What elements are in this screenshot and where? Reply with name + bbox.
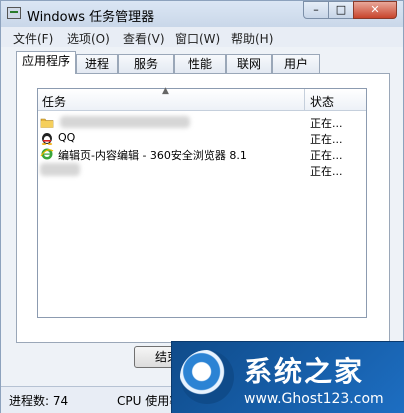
minimize-button[interactable]: – xyxy=(303,1,329,19)
list-item[interactable]: QQ 正在... xyxy=(38,130,366,146)
tab-networking[interactable]: 联网 xyxy=(226,54,272,73)
column-status[interactable]: 状态 xyxy=(310,93,334,110)
ie-browser-icon xyxy=(40,148,54,160)
watermark-url: www.Ghost123.com xyxy=(244,391,384,407)
menu-window[interactable]: 窗口(W) xyxy=(175,30,220,47)
close-button[interactable]: ✕ xyxy=(353,1,397,19)
list-item[interactable]: 正在... xyxy=(38,162,366,178)
maximize-button[interactable]: □ xyxy=(328,1,354,19)
menu-view[interactable]: 查看(V) xyxy=(123,30,165,47)
column-task[interactable]: 任务 xyxy=(42,93,66,110)
watermark-title: 系统之家 xyxy=(244,355,365,388)
menu-help[interactable]: 帮助(H) xyxy=(231,30,273,47)
column-header: ▲ 任务 状态 xyxy=(38,86,366,111)
sort-arrow-icon: ▲ xyxy=(162,86,169,96)
applications-panel: ▲ 任务 状态 正在... QQ 正在... 编辑页-内容编辑 - 360安全浏… xyxy=(16,73,390,343)
task-status: 正在... xyxy=(310,165,343,178)
task-status: 正在... xyxy=(310,133,343,146)
task-manager-app-icon xyxy=(7,7,21,19)
menu-options[interactable]: 选项(O) xyxy=(67,30,110,47)
house-logo-icon xyxy=(180,350,234,404)
title-bar[interactable]: Windows 任务管理器 – □ ✕ xyxy=(1,1,403,27)
process-count: 进程数: 74 xyxy=(9,394,69,408)
task-status: 正在... xyxy=(310,149,343,162)
list-item[interactable]: 正在... xyxy=(38,114,366,130)
watermark-banner: 系统之家 www.Ghost123.com xyxy=(172,342,404,413)
tab-performance[interactable]: 性能 xyxy=(174,54,226,73)
column-divider[interactable] xyxy=(304,89,305,110)
blurred-icon xyxy=(40,163,80,176)
redacted-task-name xyxy=(60,116,190,128)
tab-services[interactable]: 服务 xyxy=(118,54,174,73)
tab-applications[interactable]: 应用程序 xyxy=(16,51,76,74)
folder-icon xyxy=(40,118,54,128)
tab-processes[interactable]: 进程 xyxy=(76,54,118,73)
qq-penguin-icon xyxy=(41,133,53,145)
task-status: 正在... xyxy=(310,117,343,130)
window-title: Windows 任务管理器 xyxy=(27,10,155,25)
task-list[interactable]: ▲ 任务 状态 正在... QQ 正在... 编辑页-内容编辑 - 360安全浏… xyxy=(37,86,367,318)
list-item[interactable]: 编辑页-内容编辑 - 360安全浏览器 8.1 正在... xyxy=(38,146,366,162)
task-name: QQ xyxy=(58,131,76,144)
menu-file[interactable]: 文件(F) xyxy=(13,30,53,47)
tab-users[interactable]: 用户 xyxy=(272,54,320,73)
task-name: 编辑页-内容编辑 - 360安全浏览器 8.1 xyxy=(58,149,247,162)
menu-bar: 文件(F) 选项(O) 查看(V) 窗口(W) 帮助(H) xyxy=(1,27,403,47)
